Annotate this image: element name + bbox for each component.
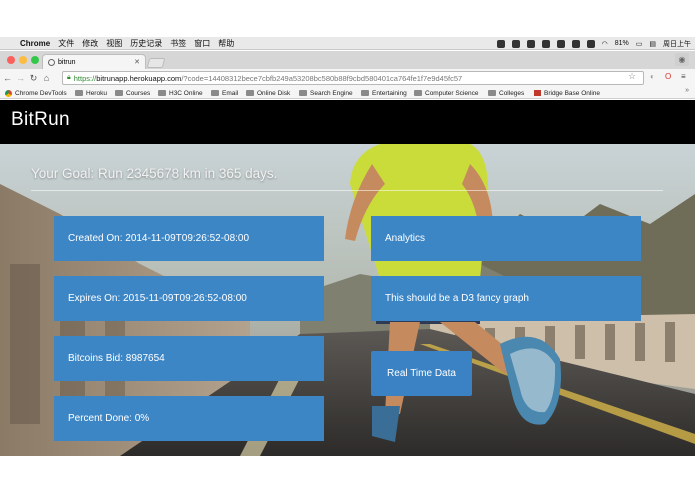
- menu-app-name[interactable]: Chrome: [20, 39, 50, 48]
- page-bottom: [0, 456, 695, 494]
- bookmark-label: Search Engine: [310, 89, 353, 97]
- status-icon[interactable]: [556, 39, 565, 48]
- address-bar[interactable]: 🔒︎ https:// bitrunapp.herokuapp.com /?co…: [62, 71, 644, 85]
- bookmarks-bar: Chrome DevTools Heroku Courses H3C Onlin…: [0, 87, 695, 99]
- bookmark-search-engine[interactable]: Search Engine: [299, 88, 353, 98]
- folder-icon: [361, 90, 369, 96]
- bookmark-label: H3C Online: [169, 89, 203, 97]
- menu-bookmarks[interactable]: 书签: [170, 38, 186, 49]
- tab-bitrun[interactable]: bitrun ✕: [42, 54, 146, 69]
- bookmark-label: Online Disk: [257, 89, 291, 97]
- analytics-card: Analytics: [371, 216, 641, 261]
- url-host: bitrunapp.herokuapp.com: [96, 73, 182, 83]
- folder-icon: [488, 90, 496, 96]
- bookmark-entertaining[interactable]: Entertaining: [361, 88, 407, 98]
- status-icon[interactable]: [571, 39, 580, 48]
- status-icon[interactable]: [586, 39, 595, 48]
- wifi-icon[interactable]: ◠: [602, 40, 608, 48]
- bookmark-online-disk[interactable]: Online Disk: [246, 88, 290, 98]
- bookmark-label: Heroku: [86, 89, 107, 97]
- bookmark-bridge-base-online[interactable]: Bridge Base Online: [534, 88, 600, 98]
- zoom-window-icon[interactable]: [31, 56, 39, 64]
- more-bookmarks-icon[interactable]: »: [685, 87, 689, 94]
- folder-icon: [299, 90, 307, 96]
- tab-title: bitrun: [58, 58, 76, 66]
- close-tab-icon[interactable]: ✕: [134, 58, 140, 66]
- percent-done-card: Percent Done: 0%: [54, 396, 324, 441]
- new-tab-button[interactable]: [146, 58, 166, 68]
- favicon-icon: [48, 58, 55, 66]
- menu-icon[interactable]: ≡: [681, 72, 686, 81]
- os-menubar: Chrome 文件 修改 视图 历史记录 书签 窗口 帮助 ◠ 81% ▭ ▤ …: [0, 37, 695, 50]
- folder-icon: [75, 90, 83, 96]
- lock-icon[interactable]: 🔒︎: [67, 74, 71, 82]
- url-scheme: https://: [73, 73, 97, 83]
- status-icon[interactable]: [541, 39, 550, 48]
- menu-window[interactable]: 窗口: [194, 38, 210, 49]
- app-header: BitRun: [0, 100, 695, 144]
- bookmark-heroku[interactable]: Heroku: [75, 88, 107, 98]
- extension-icon[interactable]: ◐: [650, 72, 655, 81]
- bookmark-computer-science[interactable]: Computer Science: [414, 88, 478, 98]
- bookmark-star-icon[interactable]: ☆: [628, 71, 636, 82]
- opera-icon[interactable]: O: [665, 72, 671, 81]
- browser-toolbar: ← → ↻ ⌂ 🔒︎ https:// bitrunapp.herokuapp.…: [0, 69, 695, 87]
- status-icon[interactable]: [511, 39, 520, 48]
- flag-icon[interactable]: ▤: [649, 40, 656, 48]
- menubar-status-area: ◠ 81% ▭ ▤ 周日上午: [496, 37, 691, 50]
- chrome-icon: [5, 89, 12, 97]
- status-icon[interactable]: [526, 39, 535, 48]
- bookmark-label: Entertaining: [372, 89, 407, 97]
- divider: [31, 190, 663, 191]
- status-icon[interactable]: [496, 39, 505, 48]
- clock[interactable]: 周日上午: [663, 39, 691, 49]
- bookmark-label: Courses: [126, 89, 151, 97]
- bookmark-label: Chrome DevTools: [15, 89, 67, 97]
- bookmark-courses[interactable]: Courses: [115, 88, 150, 98]
- d3-graph-placeholder: This should be a D3 fancy graph: [371, 276, 641, 321]
- app-brand[interactable]: BitRun: [11, 109, 70, 131]
- bookmark-h3c-online[interactable]: H3C Online: [158, 88, 203, 98]
- menu-view[interactable]: 视图: [106, 38, 122, 49]
- bridge-base-icon: [534, 90, 541, 96]
- folder-icon: [158, 90, 166, 96]
- menu-file[interactable]: 文件: [58, 38, 74, 49]
- close-window-icon[interactable]: [7, 56, 15, 64]
- expires-on-card: Expires On: 2015-11-09T09:26:52-08:00: [54, 276, 324, 321]
- hero-section: Your Goal: Run 2345678 km in 365 days. C…: [0, 144, 695, 456]
- folder-icon: [115, 90, 123, 96]
- browser-tabstrip: bitrun ✕ ◉: [0, 51, 695, 69]
- real-time-data-button[interactable]: Real Time Data: [371, 351, 472, 396]
- created-on-card: Created On: 2014-11-09T09:26:52-08:00: [54, 216, 324, 261]
- menu-history[interactable]: 历史记录: [130, 38, 162, 49]
- forward-icon[interactable]: →: [15, 73, 26, 83]
- profile-icon[interactable]: ◉: [675, 53, 689, 66]
- bookmark-colleges[interactable]: Colleges: [488, 88, 524, 98]
- bookmark-label: Email: [222, 89, 239, 97]
- folder-icon: [211, 90, 219, 96]
- battery-percent[interactable]: 81%: [615, 40, 629, 47]
- bitcoins-bid-card: Bitcoins Bid: 8987654: [54, 336, 324, 381]
- url-path: /?code=14408312bece7cbfb249a53208bc580b8…: [181, 73, 463, 83]
- folder-icon: [414, 90, 422, 96]
- menu-help[interactable]: 帮助: [218, 38, 234, 49]
- goal-text: Your Goal: Run 2345678 km in 365 days.: [31, 166, 278, 181]
- minimize-window-icon[interactable]: [19, 56, 27, 64]
- bookmark-label: Computer Science: [425, 89, 479, 97]
- back-icon[interactable]: ←: [2, 73, 13, 83]
- battery-icon[interactable]: ▭: [636, 40, 643, 48]
- bookmark-label: Colleges: [499, 89, 525, 97]
- reload-icon[interactable]: ↻: [28, 73, 39, 84]
- bookmark-chrome-devtools[interactable]: Chrome DevTools: [5, 88, 67, 98]
- bookmark-label: Bridge Base Online: [544, 89, 601, 97]
- bookmark-email[interactable]: Email: [211, 88, 238, 98]
- home-icon[interactable]: ⌂: [41, 73, 52, 83]
- folder-icon: [246, 90, 254, 96]
- menu-edit[interactable]: 修改: [82, 38, 98, 49]
